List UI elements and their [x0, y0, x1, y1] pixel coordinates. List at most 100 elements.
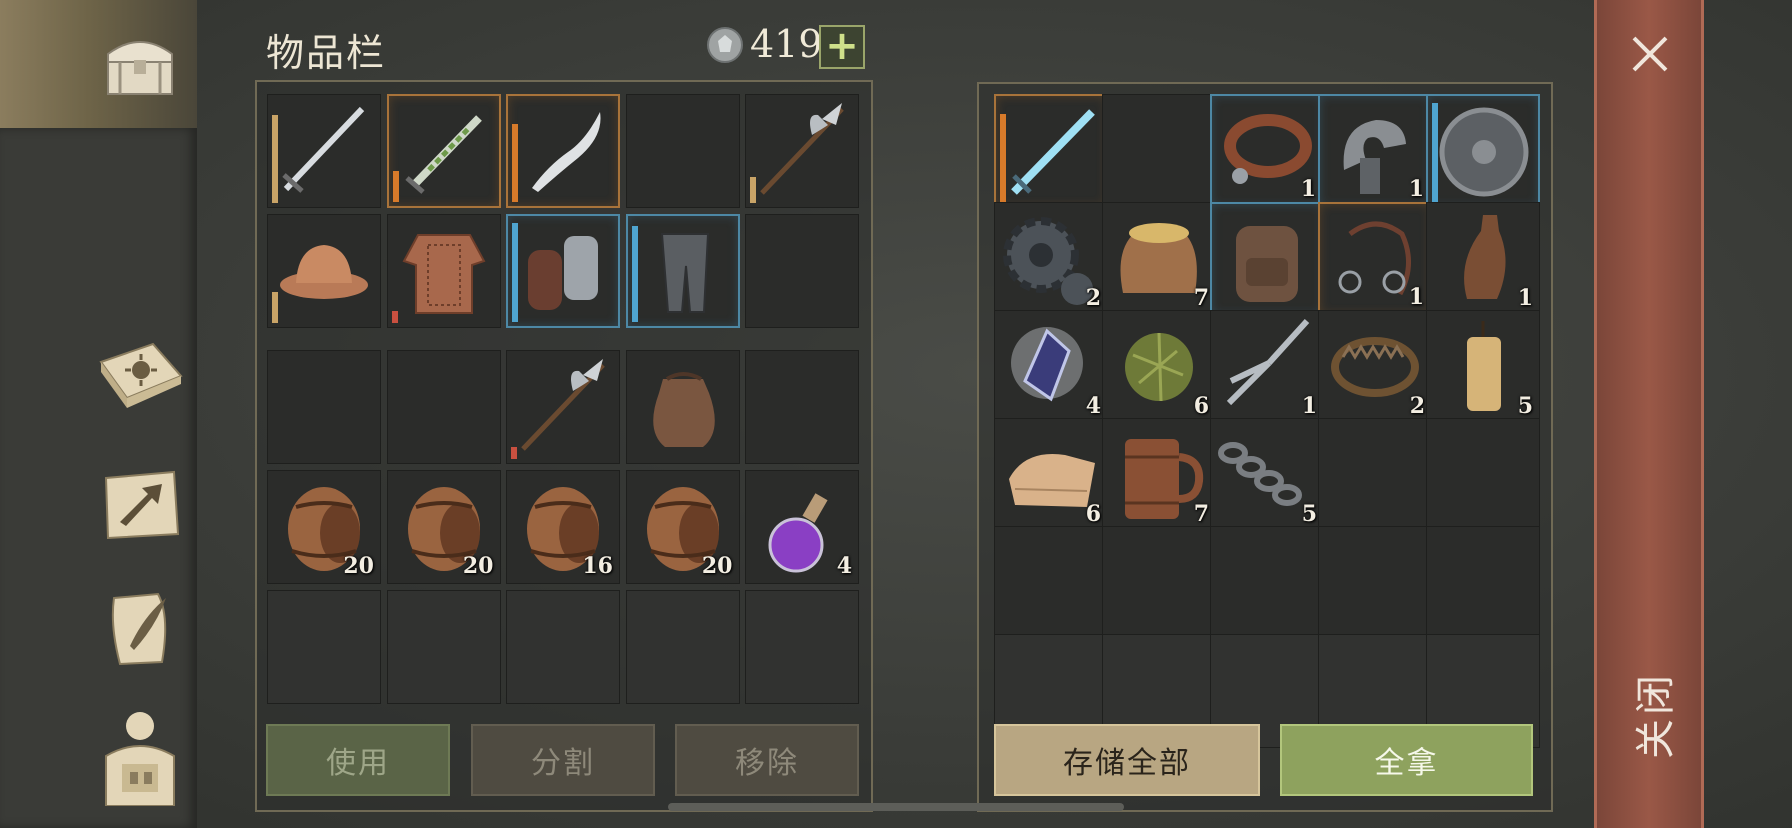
equipment-slot[interactable]	[506, 214, 620, 328]
horizontal-scrollbar[interactable]	[668, 803, 1124, 811]
storage-slot[interactable]	[1210, 202, 1324, 316]
leg-armor-icon	[628, 216, 738, 326]
backpack-icon	[1212, 204, 1322, 314]
durability-bar	[272, 292, 278, 323]
backpack-slot[interactable]	[625, 590, 740, 704]
backpack-slot[interactable]	[506, 350, 620, 464]
storage-slot[interactable]: 6	[994, 418, 1108, 532]
backpack-slot[interactable]	[745, 590, 859, 704]
durability-bar	[750, 177, 756, 203]
backpack-slot[interactable]	[267, 350, 381, 464]
equipment-slot[interactable]	[386, 94, 501, 208]
equipment-slot[interactable]	[745, 214, 859, 328]
item-count: 1	[1300, 176, 1316, 202]
close-icon[interactable]	[1628, 32, 1672, 76]
item-count: 1	[1301, 393, 1317, 419]
storage-slot[interactable]: 2	[994, 202, 1108, 316]
poison-sword-icon	[389, 96, 499, 206]
crystal-currency-icon	[706, 26, 744, 64]
character-backpack-icon[interactable]	[92, 708, 188, 806]
map-arrow-icon[interactable]	[92, 456, 188, 552]
item-count: 1	[1408, 176, 1424, 202]
item-count: 1	[1517, 285, 1533, 311]
equipment-slot[interactable]	[625, 94, 740, 208]
storage-slot[interactable]: 2	[1318, 310, 1432, 424]
item-count: 6	[1085, 501, 1101, 527]
store-all-button[interactable]: 存储全部	[994, 724, 1260, 796]
item-count: 4	[1085, 393, 1101, 419]
equipment-slot[interactable]	[506, 94, 620, 208]
storage-slot[interactable]: 4	[994, 310, 1108, 424]
equipment-slot[interactable]	[386, 214, 501, 328]
equipment-slot[interactable]	[745, 94, 859, 208]
storage-slot[interactable]: 5	[1210, 418, 1324, 532]
durability-bar	[1432, 103, 1438, 202]
item-count: 1	[1408, 284, 1424, 310]
equipment-slot[interactable]	[267, 214, 381, 328]
backpack-slot[interactable]	[267, 590, 381, 704]
remove-button[interactable]: 移除	[675, 724, 859, 796]
side-navigation	[0, 0, 197, 828]
item-count: 20	[462, 553, 494, 579]
durability-bar	[631, 226, 638, 322]
use-button[interactable]: 使用	[266, 724, 450, 796]
sun-book-icon[interactable]	[92, 328, 188, 424]
backpack-slot[interactable]	[506, 590, 620, 704]
storage-slot[interactable]: 1	[1210, 310, 1324, 424]
halberd-icon	[507, 351, 619, 463]
item-count: 16	[582, 553, 613, 579]
storage-slot[interactable]	[1210, 526, 1324, 640]
item-count: 5	[1301, 501, 1317, 527]
durability-bar	[511, 447, 517, 459]
storage-slot[interactable]	[1426, 526, 1540, 640]
item-count: 20	[701, 553, 733, 579]
storage-slot[interactable]	[994, 94, 1108, 208]
durability-bar	[512, 223, 518, 322]
storage-slot[interactable]	[1102, 94, 1216, 208]
backpack-slot[interactable]: 4	[745, 470, 859, 584]
page-title: 物品栏	[266, 31, 387, 75]
storage-slot[interactable]: 1	[1426, 202, 1540, 316]
backpack-slot[interactable]: 20	[625, 470, 740, 584]
storage-slot[interactable]	[994, 526, 1108, 640]
storage-chest-icon[interactable]	[92, 14, 188, 110]
storage-slot[interactable]: 1	[1318, 94, 1432, 208]
storage-slot[interactable]	[1318, 526, 1432, 640]
gauntlets-icon	[508, 216, 618, 326]
durability-bar	[392, 171, 399, 202]
item-count: 2	[1409, 393, 1425, 419]
storage-slot[interactable]: 1	[1210, 94, 1324, 208]
item-count: 7	[1193, 501, 1209, 527]
storage-slot[interactable]: 5	[1426, 310, 1540, 424]
item-count: 7	[1193, 285, 1209, 311]
backpack-slot[interactable]	[745, 350, 859, 464]
backpack-slot[interactable]: 20	[386, 470, 501, 584]
equipment-slot[interactable]	[267, 94, 381, 208]
close-label[interactable]: 关闭	[1623, 671, 1681, 759]
backpack-slot[interactable]	[386, 590, 501, 704]
item-count: 2	[1085, 285, 1101, 311]
backpack-slot[interactable]	[386, 350, 501, 464]
storage-slot[interactable]: 6	[1102, 310, 1216, 424]
scroll-quill-icon[interactable]	[92, 580, 188, 676]
storage-slot[interactable]	[1318, 418, 1432, 532]
storage-slot[interactable]	[1102, 526, 1216, 640]
backpack-slot[interactable]: 16	[506, 470, 620, 584]
add-currency-button[interactable]: +	[819, 25, 865, 69]
currency-value: 419	[750, 22, 823, 66]
item-count: 5	[1517, 393, 1533, 419]
storage-slot[interactable]	[1426, 418, 1540, 532]
storage-slot[interactable]: 7	[1102, 418, 1216, 532]
split-button[interactable]: 分割	[471, 724, 655, 796]
durability-bar	[1000, 114, 1006, 202]
backpack-slot[interactable]: 20	[267, 470, 381, 584]
take-all-button[interactable]: 全拿	[1280, 724, 1533, 796]
durability-bar	[272, 115, 278, 203]
storage-slot[interactable]: 1	[1318, 202, 1432, 316]
longsword-icon	[268, 95, 380, 207]
item-count: 6	[1193, 393, 1209, 419]
backpack-slot[interactable]	[625, 350, 740, 464]
equipment-slot[interactable]	[625, 214, 740, 328]
storage-slot[interactable]: 7	[1102, 202, 1216, 316]
storage-slot[interactable]	[1426, 94, 1540, 208]
